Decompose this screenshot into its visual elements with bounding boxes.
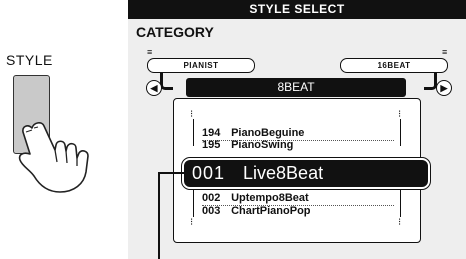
selected-style[interactable]: 001 Live8Beat — [181, 157, 431, 190]
style-name: Uptempo8Beat — [231, 192, 309, 204]
scroll-right-icon[interactable]: ▶ — [436, 80, 452, 96]
leader-line — [158, 172, 160, 259]
next-category[interactable]: 16BEAT — [340, 58, 448, 73]
tick-mark: ≡ — [147, 47, 153, 57]
selected-style-name: Live8Beat — [243, 163, 324, 183]
style-button-label: STYLE — [6, 52, 53, 68]
scroll-line — [400, 119, 401, 146]
style-number: 194 — [202, 127, 221, 139]
scroll-indicator-bottom-right: ⁝ — [398, 217, 402, 228]
style-number: 195 — [202, 139, 221, 151]
screen-title: STYLE SELECT — [128, 0, 466, 19]
list-item[interactable]: 194 PianoBeguine — [202, 127, 394, 141]
list-item[interactable]: 003 ChartPianoPop — [202, 205, 311, 217]
style-number: 003 — [202, 205, 221, 217]
lcd-screen: STYLE SELECT CATEGORY ≡ ≡ PIANIST 16BEAT… — [128, 0, 466, 259]
style-name: ChartPianoPop — [231, 205, 311, 217]
list-item[interactable]: 002 Uptempo8Beat — [202, 192, 394, 206]
list-item[interactable]: 195 PianoSwing — [202, 139, 293, 151]
pressing-hand-icon — [18, 122, 89, 193]
category-label: CATEGORY — [136, 24, 214, 40]
previous-category[interactable]: PIANIST — [147, 58, 255, 73]
scroll-indicator-top-right: ⁝ — [398, 109, 402, 120]
scroll-line — [193, 119, 194, 146]
style-number: 002 — [202, 192, 221, 204]
tick-mark: ≡ — [442, 47, 448, 57]
scroll-left-icon[interactable]: ◀ — [146, 80, 162, 96]
selected-style-number: 001 — [192, 163, 226, 183]
current-category: 8BEAT — [186, 78, 406, 97]
scroll-indicator-bottom-left: ⁝ — [190, 217, 194, 228]
style-name: PianoSwing — [231, 139, 294, 151]
style-name: PianoBeguine — [231, 127, 305, 139]
scroll-indicator-top-left: ⁝ — [190, 109, 194, 120]
leader-line — [158, 172, 184, 174]
